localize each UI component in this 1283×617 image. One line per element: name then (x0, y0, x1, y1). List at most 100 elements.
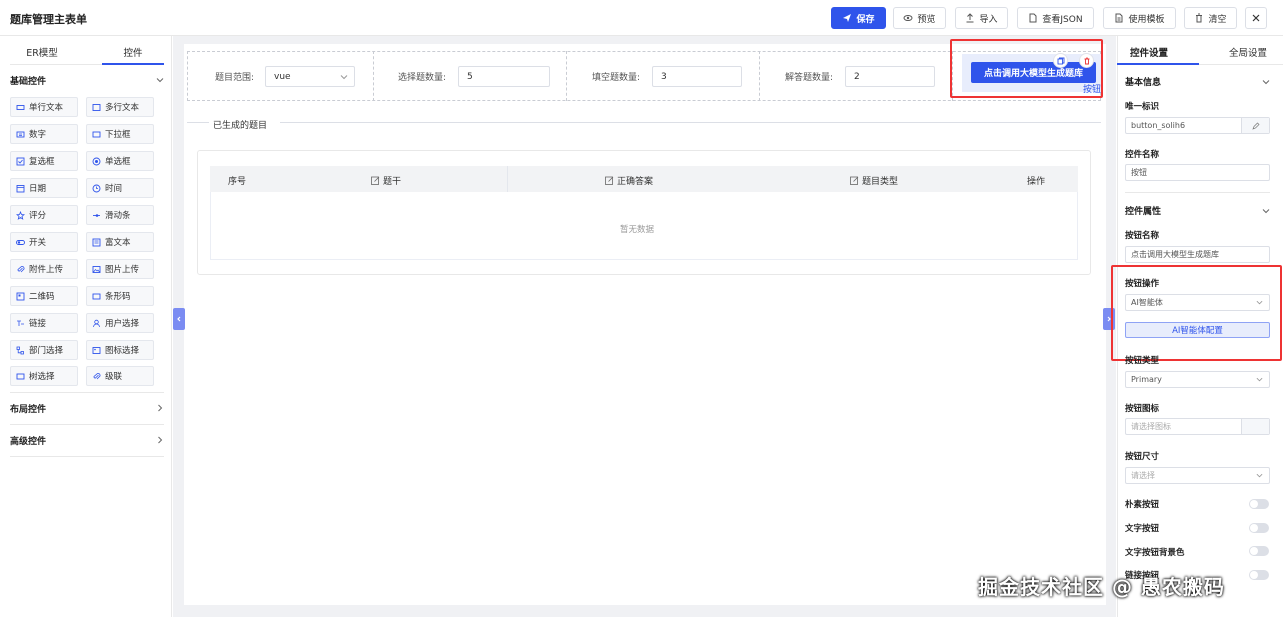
component-multi-text[interactable]: 多行文本 (86, 97, 154, 117)
tab-control-settings[interactable]: 控件设置 (1130, 45, 1168, 59)
component-number[interactable]: 数字 (10, 124, 78, 144)
button-type-select[interactable]: Primary (1125, 371, 1270, 388)
chevron-down-icon (1262, 79, 1270, 84)
component-dept-select[interactable]: 部门选择 (10, 340, 78, 360)
document-icon (1029, 13, 1037, 23)
choice-count-input[interactable]: 5 (458, 66, 550, 87)
icon-picker-addon[interactable] (1241, 419, 1269, 434)
text-button-label: 文字按钮 (1125, 524, 1160, 534)
highlight-box-action (1111, 265, 1282, 361)
radio-icon (92, 157, 101, 165)
form-paper (184, 44, 1106, 605)
column-stem-label: 题干 (383, 177, 402, 187)
button-name-input[interactable]: 点击调用大模型生成题库 (1125, 246, 1270, 263)
tab-global-settings[interactable]: 全局设置 (1229, 45, 1267, 59)
component-link[interactable]: 链接 (10, 313, 78, 333)
fill-count-input[interactable]: 3 (652, 66, 742, 87)
component-barcode[interactable]: 条形码 (86, 286, 154, 306)
multi-text-icon (92, 103, 101, 111)
use-template-button[interactable]: 使用模板 (1103, 7, 1176, 29)
component-label: 单行文本 (29, 103, 64, 113)
column-header-stem: 题干 (371, 174, 401, 187)
link-button-toggle[interactable] (1249, 570, 1269, 580)
text-button-toggle[interactable] (1249, 523, 1269, 533)
component-user-select[interactable]: 用户选择 (86, 313, 154, 333)
range-select[interactable]: vue (265, 66, 355, 87)
button-size-select[interactable]: 请选择 (1125, 467, 1270, 484)
edit-icon (850, 176, 859, 185)
section-advanced-controls[interactable]: 高级控件 (10, 431, 164, 449)
component-label: 单选框 (105, 157, 131, 167)
component-label: 滑动条 (105, 211, 131, 221)
chevron-down-icon (1262, 208, 1270, 213)
choice-count-label: 选择题数量: (398, 73, 447, 83)
switch-icon (16, 239, 25, 245)
section-basic-info[interactable]: 基本信息 (1125, 75, 1270, 88)
plain-button-label: 朴素按钮 (1125, 500, 1160, 510)
icon-select-icon (92, 346, 101, 354)
component-icon-select[interactable]: 图标选择 (86, 340, 154, 360)
fill-count-label: 填空题数量: (592, 73, 641, 83)
column-divider (507, 166, 508, 192)
component-radio[interactable]: 单选框 (86, 151, 154, 171)
id-input[interactable]: button_solih6 (1125, 117, 1270, 134)
control-name-input[interactable]: 按钮 (1125, 164, 1270, 181)
edit-icon (371, 176, 380, 185)
rating-icon (16, 210, 25, 220)
close-button[interactable] (1245, 7, 1267, 29)
edit-icon (605, 176, 614, 185)
section-layout-controls[interactable]: 布局控件 (10, 399, 164, 417)
collapse-left-button[interactable] (173, 308, 185, 330)
component-rich-text[interactable]: 富文本 (86, 232, 154, 252)
button-icon-select[interactable]: 请选择图标 (1125, 418, 1270, 435)
component-label: 下拉框 (105, 130, 131, 140)
button-icon-placeholder: 请选择图标 (1131, 422, 1171, 431)
grid-cell-divider (566, 51, 567, 101)
tab-controls[interactable]: 控件 (113, 45, 153, 59)
component-checkbox[interactable]: 复选框 (10, 151, 78, 171)
clear-button[interactable]: 清空 (1184, 7, 1237, 29)
preview-button[interactable]: 预览 (893, 7, 946, 29)
upload-icon (966, 13, 974, 23)
component-slider[interactable]: 滑动条 (86, 205, 154, 225)
column-header-answer: 正确答案 (605, 174, 653, 187)
import-button[interactable]: 导入 (955, 7, 1008, 29)
checkbox-icon (16, 157, 25, 165)
component-qrcode[interactable]: 二维码 (10, 286, 78, 306)
component-tree-select[interactable]: 树选择 (10, 366, 78, 386)
caret-left-icon (177, 316, 181, 322)
range-label: 题目范围: (215, 73, 255, 83)
component-rating[interactable]: 评分 (10, 205, 78, 225)
section-control-props[interactable]: 控件属性 (1125, 204, 1270, 217)
component-single-text[interactable]: 单行文本 (10, 97, 78, 117)
save-button[interactable]: 保存 (831, 7, 886, 29)
column-header-type: 题目类型 (850, 174, 898, 187)
component-image-upload[interactable]: 图片上传 (86, 259, 154, 279)
answer-count-input[interactable]: 2 (845, 66, 935, 87)
component-label: 多行文本 (105, 103, 140, 113)
chevron-right-icon (158, 404, 163, 412)
send-icon (843, 14, 852, 22)
edit-id-button[interactable] (1241, 118, 1269, 133)
plain-button-toggle[interactable] (1249, 499, 1269, 509)
tab-er-model[interactable]: ER模型 (22, 45, 62, 59)
text-button-bg-label: 文字按钮背景色 (1125, 548, 1185, 558)
text-button-bg-toggle[interactable] (1249, 546, 1269, 556)
component-dropdown[interactable]: 下拉框 (86, 124, 154, 144)
component-label: 二维码 (29, 292, 55, 302)
component-label: 级联 (105, 372, 123, 382)
button-type-label: 按钮类型 (1125, 356, 1160, 366)
component-label: 部门选择 (29, 346, 64, 356)
time-icon (92, 184, 101, 192)
component-switch[interactable]: 开关 (10, 232, 78, 252)
component-attachment[interactable]: 附件上传 (10, 259, 78, 279)
component-label: 数字 (29, 130, 47, 140)
component-date[interactable]: 日期 (10, 178, 78, 198)
component-cascader[interactable]: 级联 (86, 366, 154, 386)
component-time[interactable]: 时间 (86, 178, 154, 198)
basic-info-label: 基本信息 (1125, 78, 1162, 88)
section-basic-controls[interactable]: 基础控件 (10, 71, 164, 89)
attachment-icon (17, 265, 25, 272)
user-select-icon (93, 319, 100, 327)
view-json-button[interactable]: 查看JSON (1017, 7, 1094, 29)
